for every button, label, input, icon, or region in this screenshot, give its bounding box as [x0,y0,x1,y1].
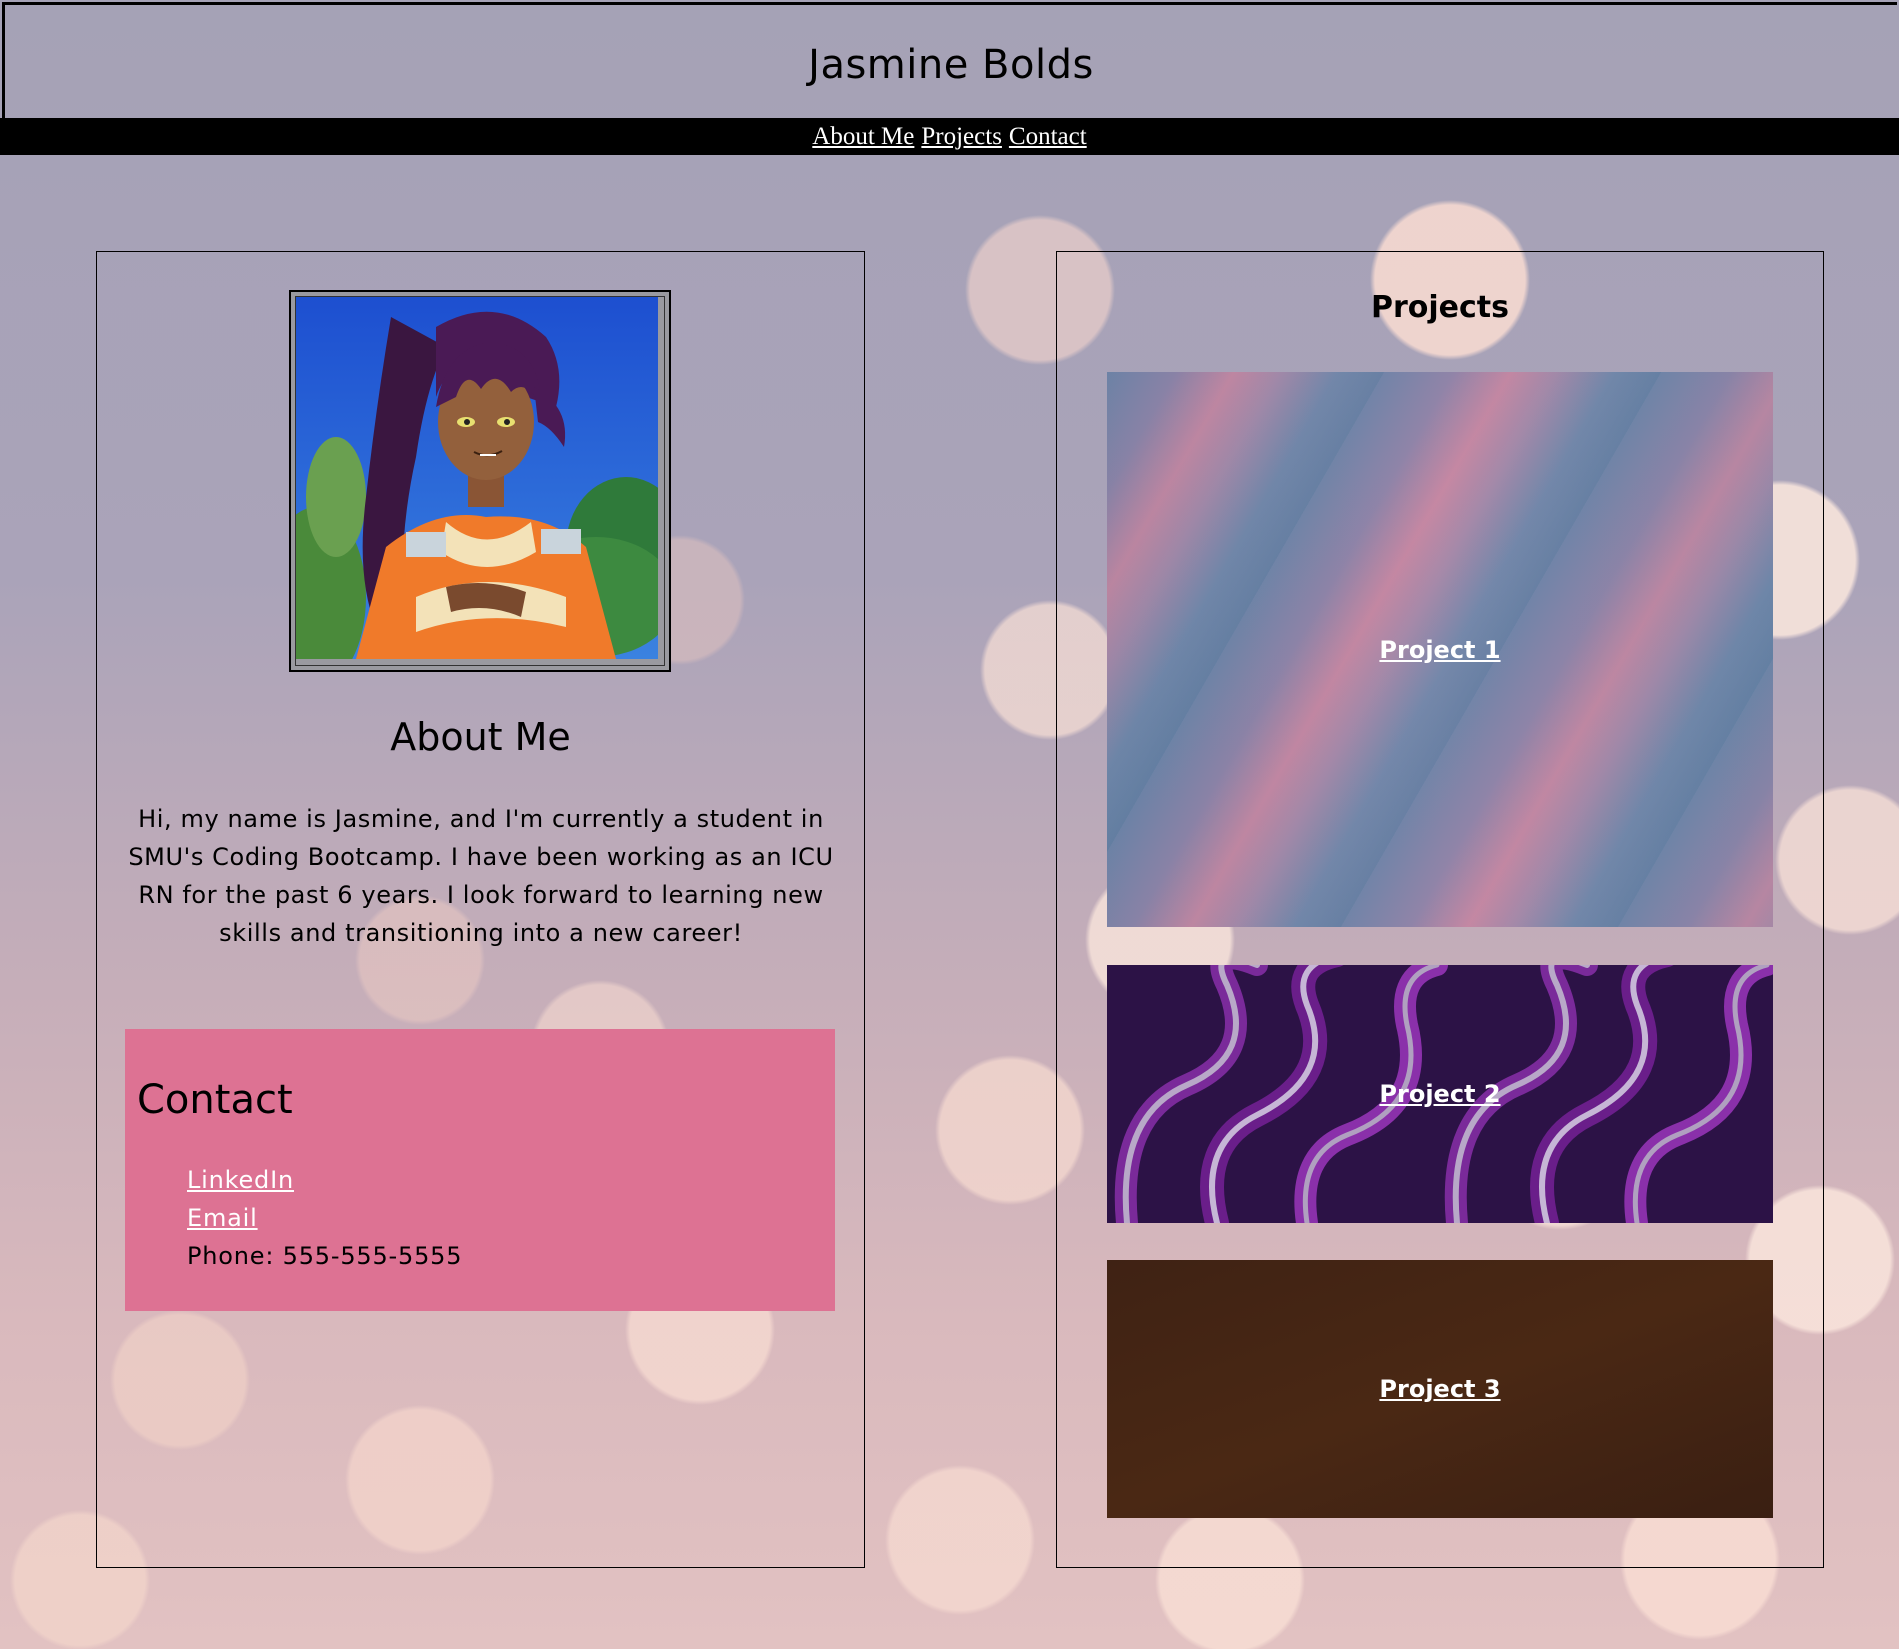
contact-title: Contact [137,1077,293,1123]
email-link[interactable]: Email [187,1204,258,1232]
nav-link-contact[interactable]: Contact [1009,123,1087,151]
avatar [289,290,671,672]
site-title: Jasmine Bolds [808,41,1094,88]
project-link-1[interactable]: Project 1 [1379,636,1500,664]
nav-link-about[interactable]: About Me [812,123,914,151]
nav-link-projects[interactable]: Projects [921,123,1002,151]
contact-list: LinkedIn Email Phone: 555-555-5555 [187,1161,462,1275]
project-card-3[interactable]: Project 3 [1107,1260,1773,1518]
profile-photo-illustration [296,297,664,665]
project-link-3[interactable]: Project 3 [1379,1375,1500,1403]
project-link-2[interactable]: Project 2 [1379,1080,1500,1108]
about-text: Hi, my name is Jasmine, and I'm currentl… [128,805,834,947]
main-nav: About Me Projects Contact [0,118,1899,155]
contact-item-email: Email [187,1199,462,1237]
linkedin-link[interactable]: LinkedIn [187,1166,294,1194]
about-panel: About Me Hi, my name is Jasmine, and I'm… [96,251,865,1568]
contact-box: Contact LinkedIn Email Phone: 555-555-55… [125,1029,835,1311]
about-title: About Me [390,715,571,759]
project-card-1[interactable]: Project 1 [1107,372,1773,927]
contact-item-linkedin: LinkedIn [187,1161,462,1199]
profile-photo [295,296,665,666]
projects-panel: Projects Project 1 Project 2 Project 3 [1056,251,1824,1568]
site-header: Jasmine Bolds [2,2,1897,118]
contact-item-phone: Phone: 555-555-5555 [187,1242,463,1270]
projects-title: Projects [1370,290,1509,325]
project-card-2[interactable]: Project 2 [1107,965,1773,1223]
